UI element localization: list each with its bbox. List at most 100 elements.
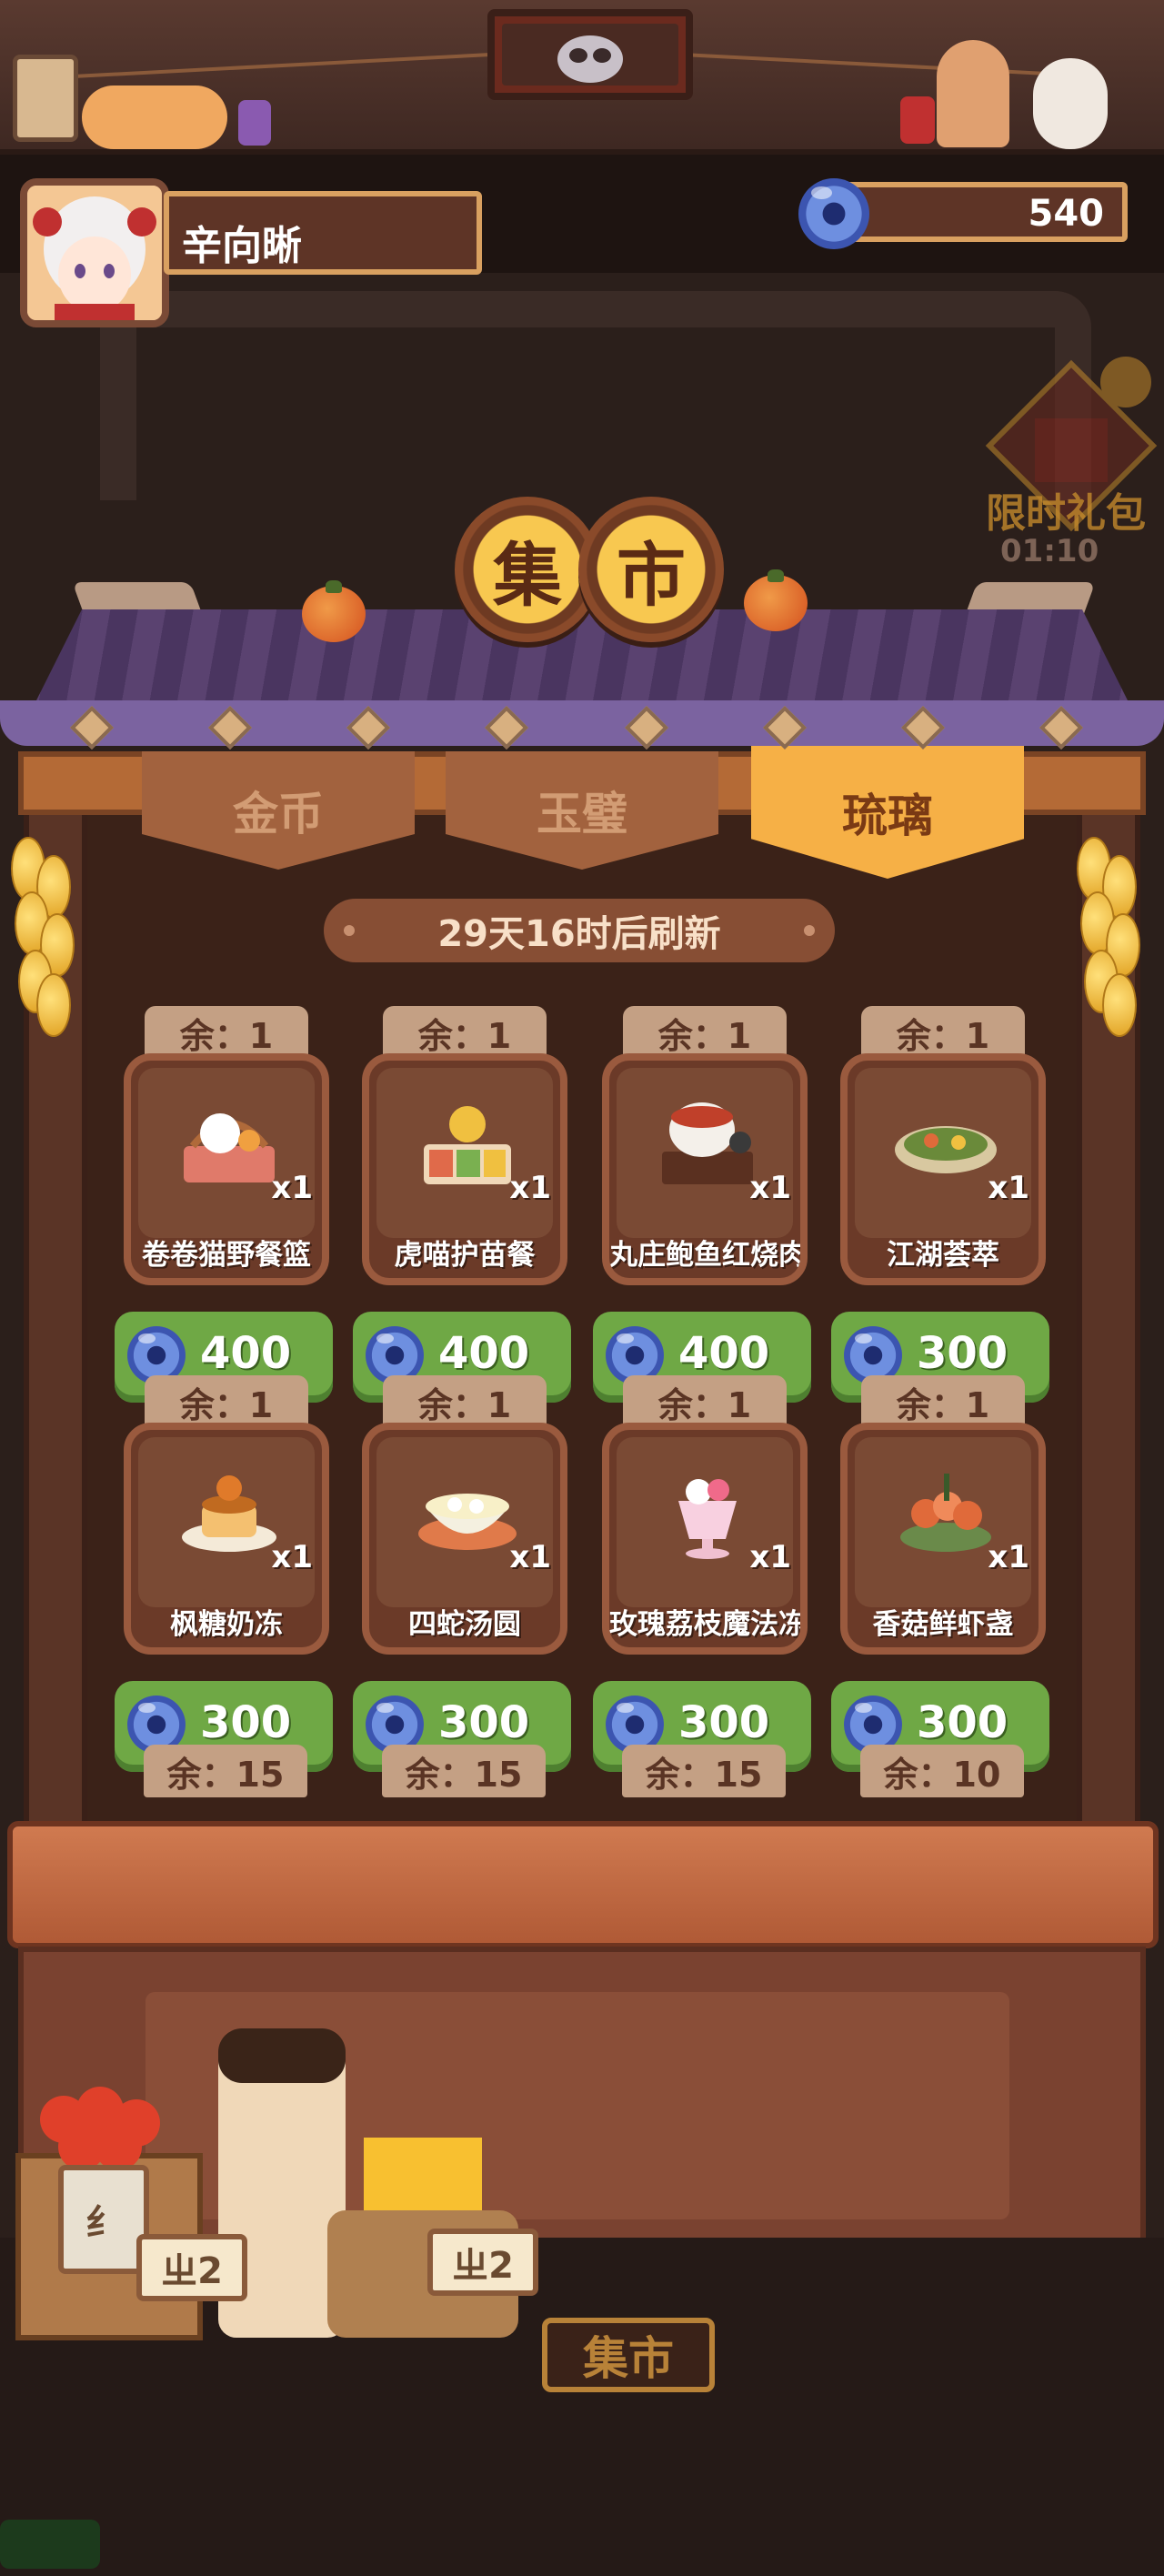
- item-stock: 余：1: [383, 1375, 547, 1428]
- raccoon-icon: [557, 35, 623, 83]
- item-stock: 余：1: [861, 1006, 1025, 1059]
- shop-item[interactable]: 余：1 x1 虎喵护苗餐 400: [353, 1006, 591, 1403]
- girl-character-icon: [937, 40, 1009, 147]
- braised-pork-icon: [662, 1102, 753, 1184]
- item-card[interactable]: x1 丸庄鲍鱼红烧肉: [602, 1053, 808, 1285]
- title-char-ji: 集: [493, 535, 562, 616]
- item-name: 枫糖奶冻: [170, 1608, 283, 1641]
- item-qty: x1: [988, 1170, 1029, 1206]
- bottom-market-sign-text: 集市: [583, 2332, 674, 2385]
- shop-item[interactable]: 余：1 x1 江湖荟萃 300: [831, 1006, 1069, 1403]
- persimmon-icon: [302, 580, 366, 642]
- price-tag-right-text: ㄓ2: [452, 2245, 514, 2287]
- item-qty: x1: [749, 1539, 791, 1575]
- red-jar-icon: [900, 96, 935, 144]
- item-stock: 余：1: [623, 1375, 787, 1428]
- item-price: 400: [438, 1328, 530, 1379]
- bottom-market-sign: 集市: [542, 2318, 715, 2392]
- item-name: 江湖荟萃: [887, 1239, 999, 1272]
- shop-item[interactable]: 余：1 x1 丸庄鲍鱼红烧肉 400: [593, 1006, 831, 1403]
- item-name: 香菇鲜虾盏: [872, 1608, 1014, 1641]
- item-qty: x1: [271, 1170, 313, 1206]
- item-qty: x1: [509, 1170, 551, 1206]
- item-price: 300: [917, 1697, 1008, 1748]
- purple-jar-icon: [238, 100, 271, 146]
- background-pipe: [100, 291, 1091, 500]
- shop-item[interactable]: 余：1 x1 香菇鲜虾盏 300: [831, 1375, 1069, 1772]
- item-stock: 余：1: [861, 1375, 1025, 1428]
- item-price: 300: [678, 1697, 770, 1748]
- item-stock: 余：1: [145, 1375, 308, 1428]
- refresh-timer: 29天16时后刷新: [324, 899, 835, 962]
- player-name-plate: 辛向晰: [164, 191, 482, 275]
- tangyuan-soup-icon: [418, 1494, 517, 1550]
- item-stock: 余：10: [860, 1745, 1024, 1797]
- item-price: 300: [438, 1697, 530, 1748]
- limited-gift-timer: 01:10: [1000, 533, 1099, 569]
- player-avatar[interactable]: [20, 178, 169, 327]
- shop-item[interactable]: 余：1 x1 四蛇汤圆 300: [353, 1375, 591, 1772]
- item-name: 丸庄鲍鱼红烧肉: [609, 1239, 807, 1272]
- item-qty: x1: [749, 1170, 791, 1206]
- picnic-basket-icon: [184, 1113, 275, 1182]
- hanging-scroll-icon: [13, 55, 78, 142]
- rose-lychee-jelly-icon: [678, 1479, 737, 1559]
- bottom-progress-indicator: [0, 2520, 100, 2569]
- tab-jade-label: 玉璧: [537, 788, 627, 840]
- item-qty: x1: [988, 1539, 1029, 1575]
- item-price: 400: [678, 1328, 770, 1379]
- item-card[interactable]: x1 虎喵护苗餐: [362, 1053, 567, 1285]
- title-char-shi: 市: [617, 535, 686, 616]
- price-tag-left: ㄓ2: [136, 2234, 247, 2301]
- rope: [73, 52, 491, 79]
- item-stock: 余：15: [144, 1745, 307, 1797]
- limited-gift-label: 限时礼包: [986, 490, 1146, 537]
- item-price: 300: [917, 1328, 1008, 1379]
- rope: [691, 53, 1091, 78]
- shop-item[interactable]: 余：1 x1 玫瑰荔枝魔法冻 300: [593, 1375, 831, 1772]
- persimmon-icon: [744, 569, 808, 631]
- item-name: 玫瑰荔枝魔法冻: [609, 1608, 807, 1641]
- player-avatar-icon: [27, 186, 162, 320]
- liuli-gem-icon: [798, 178, 869, 249]
- shiitake-shrimp-cup-icon: [900, 1474, 991, 1552]
- maple-pudding-icon: [182, 1475, 276, 1552]
- item-card[interactable]: x1 玫瑰荔枝魔法冻: [602, 1423, 808, 1655]
- hanging-portrait: [487, 9, 693, 100]
- item-qty: x1: [271, 1539, 313, 1575]
- market-screen: 限时礼包 01:10 辛向晰 540 金币 玉璧 琉璃 集 市 29天16时后刷…: [0, 0, 1164, 2576]
- vendor-sign-left-text: 纟: [85, 2202, 122, 2244]
- tab-liuli-label: 琉璃: [842, 790, 933, 842]
- white-cat-icon: [1033, 58, 1108, 149]
- top-decor-bar: [0, 0, 1164, 155]
- item-card[interactable]: x1 枫糖奶冻: [124, 1423, 329, 1655]
- corn-decoration-right: [1071, 837, 1144, 1046]
- item-name: 四蛇汤圆: [408, 1608, 521, 1641]
- shop-item[interactable]: 余：1 x1 枫糖奶冻 300: [115, 1375, 353, 1772]
- corn-decoration-left: [5, 837, 78, 1046]
- price-tag-right: ㄓ2: [427, 2229, 538, 2296]
- item-name: 虎喵护苗餐: [394, 1239, 536, 1272]
- item-stock: 余：1: [623, 1006, 787, 1059]
- shop-item[interactable]: 余：1 x1 卷卷猫野餐篮 400: [115, 1006, 353, 1403]
- refresh-timer-text: 29天16时后刷新: [437, 913, 721, 955]
- item-card[interactable]: x1 江湖荟萃: [840, 1053, 1046, 1285]
- item-card[interactable]: x1 卷卷猫野餐篮: [124, 1053, 329, 1285]
- item-card[interactable]: x1 香菇鲜虾盏: [840, 1423, 1046, 1655]
- liuli-currency-bar[interactable]: 540: [837, 182, 1128, 242]
- vendor-sign-left: 纟: [58, 2165, 149, 2274]
- item-stock: 余：1: [383, 1006, 547, 1059]
- item-price: 400: [200, 1328, 292, 1379]
- price-tag-left-text: ㄓ2: [161, 2250, 223, 2292]
- jianghu-platter-icon: [895, 1126, 997, 1173]
- item-price: 300: [200, 1697, 292, 1748]
- item-stock: 余：15: [622, 1745, 786, 1797]
- player-name: 辛向晰: [182, 223, 302, 269]
- item-card[interactable]: x1 四蛇汤圆: [362, 1423, 567, 1655]
- sleeping-cat-icon: [82, 86, 227, 149]
- bento-meal-icon: [424, 1106, 511, 1184]
- item-qty: x1: [509, 1539, 551, 1575]
- item-stock: 余：1: [145, 1006, 308, 1059]
- stall-counter-top: [7, 1821, 1159, 1948]
- title-coin-shi: 市: [578, 497, 724, 642]
